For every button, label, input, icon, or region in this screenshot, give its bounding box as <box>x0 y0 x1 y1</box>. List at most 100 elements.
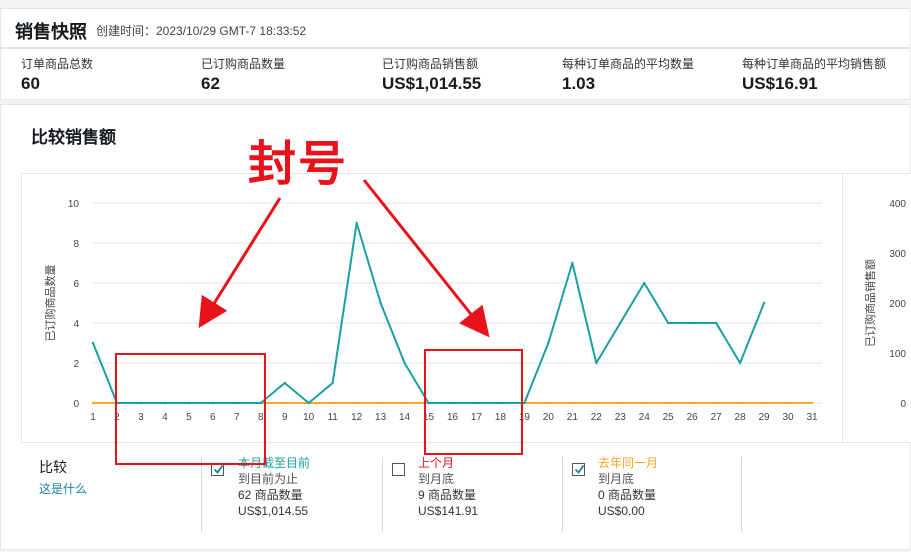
data-point <box>690 401 694 405</box>
legend-series-sub: 到月底 <box>418 472 455 486</box>
x-tick-label: 14 <box>399 412 411 423</box>
stat-label: 每种订单商品的平均数量 <box>562 57 695 71</box>
stat-value: 1.03 <box>562 74 596 93</box>
legend-series-amount: US$1,014.55 <box>238 504 309 518</box>
legend-item-this-month: 本月截至目前 到目前为止 62 商品数量 US$1,014.55 <box>238 455 310 519</box>
data-point <box>403 361 406 365</box>
x-tick-label: 22 <box>591 412 603 423</box>
x-tick-label: 7 <box>234 412 240 423</box>
x-tick-label: 10 <box>303 412 315 423</box>
data-point <box>643 401 646 405</box>
data-point <box>738 361 742 365</box>
stat-total-order-items: 订单商品总数 60 <box>21 55 93 94</box>
x-tick-label: 20 <box>543 412 555 423</box>
chart-divider <box>842 174 843 442</box>
y2-tick-label: 100 <box>889 349 906 360</box>
x-tick-label: 27 <box>711 412 723 423</box>
data-point <box>714 401 718 405</box>
x-tick-label: 2 <box>114 412 120 423</box>
chart-container: 0 2 4 6 8 10 0 100 200 300 400 1 2 3 4 5 6 7 8 9 10 11 12 13 14 1… <box>21 173 911 443</box>
legend-item-last-year: 去年同一月 到月底 0 商品数量 US$0.00 <box>598 455 658 519</box>
data-point <box>738 401 742 405</box>
data-point <box>595 361 598 365</box>
data-point <box>547 341 550 345</box>
snapshot-header: 销售快照 创建时间：2023/10/29 GMT-7 18:33:52 <box>0 8 911 48</box>
legend-header: 比较 这是什么 <box>39 455 87 497</box>
legend-series-name: 去年同一月 <box>598 456 659 470</box>
x-tick-label: 28 <box>735 412 747 423</box>
stat-label: 已订购商品数量 <box>201 57 286 71</box>
legend-series-name: 上个月 <box>418 456 455 470</box>
data-point <box>283 401 286 405</box>
data-point <box>115 401 119 405</box>
data-point <box>643 281 646 285</box>
data-point <box>163 401 167 405</box>
x-tick-label: 8 <box>258 412 264 423</box>
stat-units-ordered: 已订购商品数量 62 <box>201 55 285 94</box>
x-tick-label: 24 <box>639 412 651 423</box>
checkbox-same-month-last-year[interactable] <box>572 463 585 476</box>
data-point <box>331 401 334 405</box>
stat-label: 每种订单商品的平均销售额 <box>742 57 887 71</box>
check-icon <box>213 464 224 474</box>
data-point <box>571 401 574 405</box>
data-point <box>810 401 814 405</box>
stat-avg-units: 每种订单商品的平均数量 1.03 <box>562 55 694 94</box>
legend-series-qty: 62 商品数量 <box>238 488 303 502</box>
legend-divider <box>562 457 563 532</box>
x-tick-label: 21 <box>567 412 579 423</box>
x-tick-label: 16 <box>447 412 459 423</box>
x-tick-label: 9 <box>282 412 288 423</box>
what-is-this-link[interactable]: 这是什么 <box>39 481 87 497</box>
legend-divider <box>741 457 742 532</box>
checkbox-this-month[interactable] <box>211 463 224 476</box>
data-point <box>91 341 95 345</box>
y2-tick-label: 0 <box>900 399 906 410</box>
x-tick-label: 12 <box>351 412 363 423</box>
data-point <box>499 401 502 405</box>
data-point <box>91 401 95 405</box>
y-tick-label: 6 <box>73 279 79 290</box>
data-point <box>619 321 622 325</box>
snapshot-title: 销售快照 <box>15 22 87 42</box>
x-tick-label: 29 <box>759 412 771 423</box>
data-point <box>714 321 718 325</box>
data-point <box>475 401 478 405</box>
data-point <box>331 381 334 385</box>
legend-series-amount: US$141.91 <box>418 504 479 518</box>
x-tick-label: 11 <box>327 412 338 423</box>
stat-value: US$1,014.55 <box>382 74 482 93</box>
stat-value: US$16.91 <box>742 74 818 93</box>
data-point <box>595 401 598 405</box>
x-tick-label: 23 <box>615 412 627 423</box>
data-point <box>762 301 766 305</box>
x-tick-label: 3 <box>138 412 144 423</box>
legend-title: 比较 <box>39 459 67 475</box>
data-point <box>786 401 790 405</box>
stats-bar: 订单商品总数 60 已订购商品数量 62 已订购商品销售额 US$1,014.5… <box>0 48 911 100</box>
data-point <box>571 261 574 265</box>
y2-tick-label: 300 <box>889 249 906 260</box>
data-point <box>355 221 358 225</box>
y2-tick-label: 200 <box>889 299 906 310</box>
compare-title: 比较销售额 <box>31 128 116 147</box>
legend-item-last-month: 上个月 到月底 9 商品数量 US$141.91 <box>418 455 478 519</box>
data-point <box>187 401 191 405</box>
sales-line-chart: 024681001002003004001 2 3 4 5 6 7 8 9 10 11 12 13 14 1… <box>43 199 906 423</box>
legend-series-qty: 0 商品数量 <box>598 488 657 502</box>
data-point <box>283 381 286 385</box>
y-tick-label: 8 <box>73 239 79 250</box>
x-tick-label: 17 <box>471 412 483 423</box>
x-tick-label: 4 <box>162 412 168 423</box>
data-point <box>547 401 550 405</box>
x-tick-label: 5 <box>186 412 192 423</box>
x-tick-label: 30 <box>782 412 794 423</box>
x-tick-label: 13 <box>375 412 387 423</box>
legend-divider <box>201 457 202 532</box>
stat-ordered-sales: 已订购商品销售额 US$1,014.55 <box>382 55 481 94</box>
checkbox-last-month[interactable] <box>392 463 405 476</box>
data-point <box>667 401 670 405</box>
y-tick-label: 2 <box>73 359 79 370</box>
data-point <box>379 301 382 305</box>
data-point <box>235 401 238 405</box>
